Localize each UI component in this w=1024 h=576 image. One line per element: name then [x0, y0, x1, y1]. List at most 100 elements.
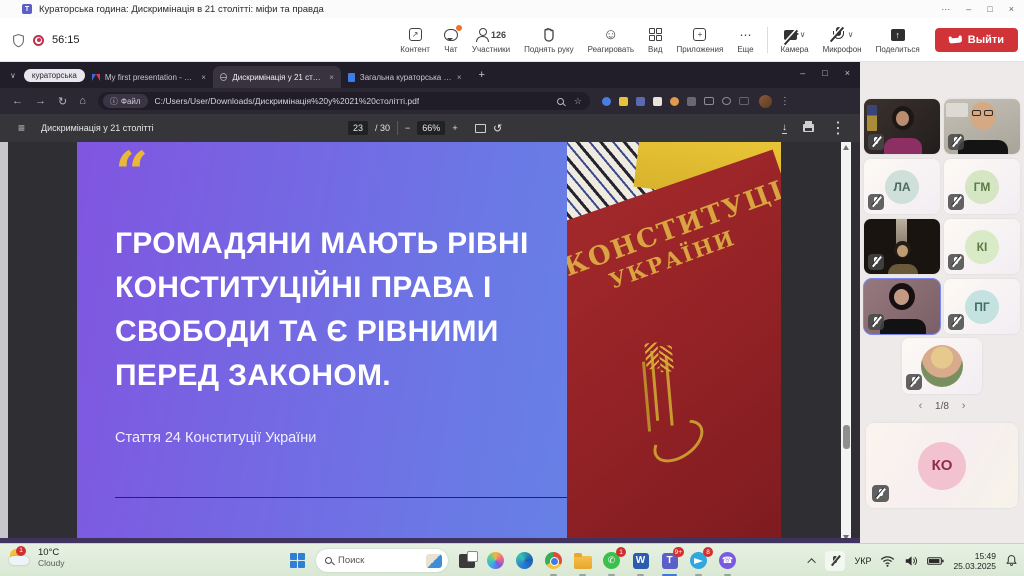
- browser-restore-icon[interactable]: □: [822, 68, 827, 78]
- forward-icon[interactable]: →: [35, 95, 46, 107]
- participant-avatar-tile[interactable]: ГМ: [944, 159, 1020, 214]
- minimize-icon[interactable]: –: [966, 4, 971, 14]
- tray-clock[interactable]: 15:49 25.03.2025: [953, 551, 996, 571]
- notification-bell-icon[interactable]: [1005, 554, 1018, 567]
- participant-photo-tile[interactable]: [902, 338, 982, 394]
- download-icon[interactable]: ↓: [782, 123, 787, 134]
- pdf-scrollbar[interactable]: [841, 142, 851, 543]
- tab-group-label[interactable]: кураторська: [24, 69, 85, 82]
- new-tab-button[interactable]: +: [479, 69, 485, 81]
- share-screen-button[interactable]: ↑ Поделиться: [869, 18, 927, 62]
- tab-kuratorska[interactable]: Загальна кураторська година ×: [341, 66, 469, 88]
- participant-video-tile-active[interactable]: [864, 279, 940, 334]
- cast-icon[interactable]: [704, 97, 714, 105]
- extension-icon[interactable]: [653, 97, 662, 106]
- whatsapp-button[interactable]: ✆1: [601, 550, 622, 571]
- bookmark-star-icon[interactable]: ☆: [574, 96, 582, 107]
- file-explorer-button[interactable]: [572, 550, 593, 571]
- viber-button[interactable]: ☎: [717, 550, 738, 571]
- extension-icon[interactable]: [670, 97, 679, 106]
- scrollbar-thumb[interactable]: [843, 425, 850, 449]
- pdf-menu-icon[interactable]: ≡: [18, 121, 25, 135]
- tab-close-icon[interactable]: ×: [201, 73, 206, 82]
- rotate-icon[interactable]: ↻: [493, 122, 502, 135]
- wheat-emblem: [650, 351, 659, 421]
- print-icon[interactable]: [803, 124, 814, 132]
- copilot-button[interactable]: [485, 550, 506, 571]
- tab-discrimination-active[interactable]: Дискримінація у 21 столітті ×: [213, 66, 341, 88]
- browser-minimize-icon[interactable]: –: [800, 68, 805, 78]
- participant-avatar-tile[interactable]: ЛА: [864, 159, 940, 214]
- extension-icon[interactable]: [687, 97, 696, 106]
- titlebar-more-icon[interactable]: ⋯: [941, 4, 950, 15]
- participant-avatar-tile-wide[interactable]: КО: [866, 423, 1018, 508]
- raise-hand-button[interactable]: Поднять руку: [517, 18, 580, 62]
- edge-button[interactable]: [514, 550, 535, 571]
- extensions-menu-icon[interactable]: [739, 97, 749, 105]
- close-icon[interactable]: ×: [1009, 4, 1014, 14]
- url-input[interactable]: ⓘ Файл C:/Users/User/Downloads/Дискримін…: [98, 92, 590, 110]
- maximize-icon[interactable]: □: [987, 4, 992, 14]
- fit-page-icon[interactable]: [475, 124, 486, 133]
- weather-widget[interactable]: 1 10°C Cloudy: [8, 547, 64, 568]
- tab-close-icon[interactable]: ×: [329, 73, 334, 82]
- zoom-out-button[interactable]: −: [405, 123, 410, 133]
- view-button[interactable]: Вид: [641, 18, 669, 62]
- more-button[interactable]: ⋯ Еще: [730, 18, 760, 62]
- participant-avatar-tile[interactable]: КІ: [944, 219, 1020, 274]
- word-button[interactable]: W: [630, 550, 651, 571]
- page-number-field[interactable]: 23: [348, 121, 368, 135]
- participant-avatar-tile[interactable]: ПГ: [944, 279, 1020, 334]
- react-button[interactable]: ☺ Реагировать: [581, 18, 641, 62]
- sidebar-toggle-icon[interactable]: [722, 97, 731, 105]
- keyboard-language[interactable]: УКР: [854, 556, 871, 566]
- content-button[interactable]: ↗ Контент: [393, 18, 437, 62]
- volume-icon[interactable]: [904, 555, 918, 567]
- participant-video-tile[interactable]: [864, 219, 940, 274]
- start-button[interactable]: [287, 550, 308, 571]
- page-next-icon[interactable]: ›: [962, 400, 966, 412]
- participant-video-tile[interactable]: [864, 99, 940, 154]
- leave-button[interactable]: Выйти: [935, 28, 1018, 52]
- participant-video-tile[interactable]: [944, 99, 1020, 154]
- task-view-button[interactable]: [456, 550, 477, 571]
- extension-icon[interactable]: [602, 97, 611, 106]
- camera-button[interactable]: ∨ Камера: [774, 18, 816, 62]
- back-icon[interactable]: ←: [12, 95, 23, 107]
- extension-icon[interactable]: [636, 97, 645, 106]
- wifi-icon[interactable]: [880, 555, 895, 567]
- chat-button[interactable]: Чат: [437, 18, 465, 62]
- taskbar-search-input[interactable]: Поиск: [316, 549, 448, 572]
- home-icon[interactable]: ⌂: [79, 95, 86, 107]
- tray-mic-muted-icon[interactable]: [825, 551, 845, 571]
- extension-icon[interactable]: [619, 97, 628, 106]
- browser-profile-avatar[interactable]: [759, 95, 772, 108]
- teams-button[interactable]: T9+: [659, 550, 680, 571]
- chrome-button[interactable]: [543, 550, 564, 571]
- task-view-icon: [459, 554, 475, 568]
- tab-close-icon[interactable]: ×: [457, 73, 462, 82]
- participants-button[interactable]: 126 Участники: [465, 18, 517, 62]
- pdf-more-icon[interactable]: ⋮: [830, 118, 846, 138]
- tab-search-chevron-icon[interactable]: ∨: [10, 71, 16, 80]
- battery-icon[interactable]: [927, 556, 944, 566]
- browser-menu-icon[interactable]: ⋮: [780, 96, 790, 107]
- file-scheme-chip: ⓘ Файл: [103, 94, 148, 108]
- scroll-up-icon[interactable]: [843, 145, 849, 150]
- teams-toolbar: 56:15 ↗ Контент Чат 126 Участники Поднят…: [0, 18, 1024, 62]
- mic-button[interactable]: ∨ Микрофон: [816, 18, 869, 62]
- avatar-initials: ЛА: [885, 170, 919, 204]
- zoom-in-button[interactable]: +: [452, 123, 457, 133]
- telegram-button[interactable]: 8: [688, 550, 709, 571]
- page-prev-icon[interactable]: ‹: [919, 400, 923, 412]
- tray-expand-chevron-icon[interactable]: [808, 558, 816, 566]
- tab-mentimeter[interactable]: My first presentation - Mentim ×: [85, 66, 213, 88]
- reload-icon[interactable]: ↻: [58, 95, 67, 108]
- meeting-timer: 56:15: [52, 34, 80, 46]
- search-icon[interactable]: [557, 98, 564, 105]
- slide-headline: ГРОМАДЯНИ МАЮТЬ РІВНІ КОНСТИТУЦІЙНІ ПРАВ…: [115, 222, 585, 398]
- browser-close-icon[interactable]: ×: [845, 68, 850, 78]
- constitution-photo: КОНСТИТУЦІЯ УКРАЇНИ: [567, 142, 781, 543]
- zoom-level[interactable]: 66%: [417, 121, 445, 135]
- apps-button[interactable]: + Приложения: [670, 18, 731, 62]
